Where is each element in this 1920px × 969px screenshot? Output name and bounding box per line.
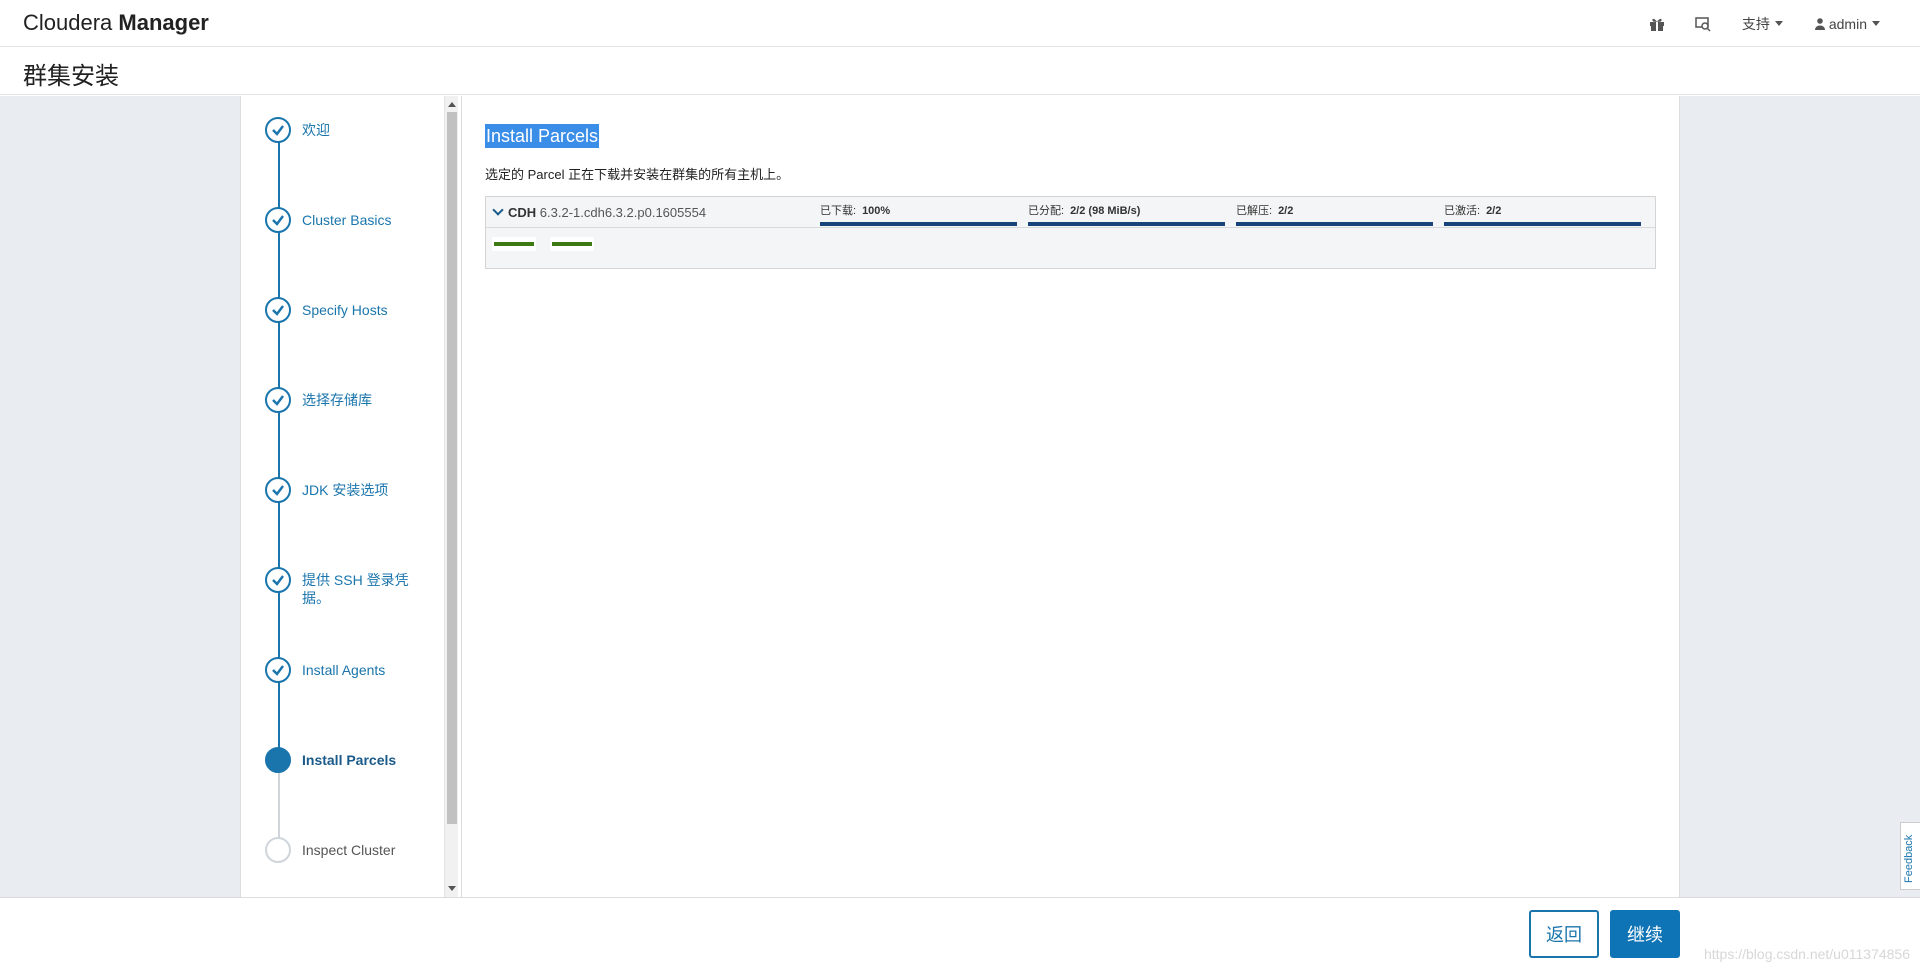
feedback-label: Feedback bbox=[1903, 834, 1915, 883]
feedback-tab[interactable]: Feedback bbox=[1900, 822, 1920, 890]
step-cluster-basics[interactable]: Cluster Basics bbox=[265, 207, 435, 267]
chevron-down-icon bbox=[1872, 21, 1880, 26]
parcel-product: CDH bbox=[508, 205, 537, 220]
progress-fill bbox=[1444, 222, 1641, 226]
check-icon bbox=[265, 567, 291, 593]
active-step-icon bbox=[265, 747, 291, 773]
support-label: 支持 bbox=[1741, 15, 1770, 32]
page-title: 群集安装 bbox=[23, 63, 119, 90]
stage-value: 2/2 (98 MiB/s) bbox=[1070, 205, 1141, 217]
step-ssh-credentials[interactable]: 提供 SSH 登录凭据。 bbox=[265, 567, 435, 627]
step-welcome[interactable]: 欢迎 bbox=[265, 117, 435, 177]
progress-fill bbox=[820, 222, 1017, 226]
stage-value: 2/2 bbox=[1278, 205, 1294, 217]
host-status-bars bbox=[492, 237, 594, 251]
step-specify-hosts[interactable]: Specify Hosts bbox=[265, 297, 435, 357]
stage-activated: 已激活: 2/2 bbox=[1444, 202, 1641, 228]
support-menu[interactable]: 支持 bbox=[1726, 0, 1799, 47]
navbar-right: 支持 admin bbox=[1634, 0, 1920, 47]
step-select-repository[interactable]: 选择存储库 bbox=[265, 387, 435, 447]
parcel-panel: CDH 6.3.2-1.cdh6.3.2.p0.1605554 已下载: 100%… bbox=[485, 196, 1656, 269]
scroll-down-arrow-icon[interactable] bbox=[448, 886, 456, 891]
host-status-bar[interactable] bbox=[492, 237, 536, 251]
back-button[interactable]: 返回 bbox=[1529, 910, 1599, 958]
step-label: 提供 SSH 登录凭据。 bbox=[302, 572, 409, 606]
stage-progress-bar bbox=[1028, 222, 1225, 226]
step-inspect-cluster[interactable]: Inspect Cluster bbox=[265, 837, 435, 897]
check-icon bbox=[265, 477, 291, 503]
brand-logo[interactable]: Cloudera Manager bbox=[23, 10, 209, 36]
stage-label: 已下载: bbox=[820, 205, 857, 217]
chevron-down-icon[interactable] bbox=[492, 204, 504, 216]
stage-progress-bar bbox=[820, 222, 1017, 226]
step-label: Install Parcels bbox=[302, 752, 397, 768]
brand-text-light: Cloudera bbox=[23, 10, 119, 35]
content-title: Install Parcels bbox=[485, 124, 600, 148]
user-icon bbox=[1814, 17, 1825, 30]
chevron-down-icon bbox=[1774, 21, 1783, 26]
scroll-thumb[interactable] bbox=[447, 112, 457, 824]
check-icon bbox=[265, 297, 291, 323]
step-label: Specify Hosts bbox=[302, 302, 388, 318]
stage-value: 100% bbox=[862, 205, 891, 217]
stage-label: 已解压: bbox=[1236, 205, 1273, 217]
step-install-agents[interactable]: Install Agents bbox=[265, 657, 435, 717]
parcel-name[interactable]: CDH 6.3.2-1.cdh6.3.2.p0.1605554 bbox=[492, 204, 707, 220]
scroll-up-arrow-icon[interactable] bbox=[448, 102, 456, 107]
wizard-footer: 返回 继续 https://blog.csdn.net/u011374856 bbox=[0, 897, 1920, 969]
wizard-content: Install Parcels 选定的 Parcel 正在下载并安装在群集的所有… bbox=[485, 96, 1665, 897]
top-navbar: Cloudera Manager 支持 admin bbox=[0, 0, 1920, 47]
pending-step-icon bbox=[265, 837, 291, 863]
stage-label: 已分配: bbox=[1028, 205, 1065, 217]
watermark: https://blog.csdn.net/u011374856 bbox=[1703, 946, 1910, 962]
step-label: Install Agents bbox=[302, 662, 386, 678]
check-icon bbox=[265, 657, 291, 683]
step-label: 欢迎 bbox=[302, 122, 330, 138]
step-label: Cluster Basics bbox=[302, 212, 392, 228]
check-icon bbox=[265, 117, 291, 143]
user-menu[interactable]: admin bbox=[1799, 0, 1920, 47]
progress-fill bbox=[1028, 222, 1225, 226]
step-label: 选择存储库 bbox=[302, 392, 372, 408]
brand-text-bold: Manager bbox=[118, 10, 209, 35]
check-icon bbox=[265, 387, 291, 413]
stage-progress-bar bbox=[1444, 222, 1641, 226]
parcel-version: 6.3.2-1.cdh6.3.2.p0.1605554 bbox=[539, 205, 707, 220]
wizard-panel: 欢迎 Cluster Basics Specify Hosts 选择存储库 JD… bbox=[240, 96, 1680, 897]
page-header: 群集安装 bbox=[0, 48, 1920, 95]
user-label: admin bbox=[1828, 15, 1867, 32]
step-install-parcels[interactable]: Install Parcels bbox=[265, 747, 435, 807]
check-icon bbox=[265, 207, 291, 233]
stage-downloaded: 已下载: 100% bbox=[820, 202, 1017, 228]
parcel-header: CDH 6.3.2-1.cdh6.3.2.p0.1605554 已下载: 100%… bbox=[486, 197, 1655, 228]
stage-value: 2/2 bbox=[1486, 205, 1502, 217]
content-description: 选定的 Parcel 正在下载并安装在群集的所有主机上。 bbox=[485, 167, 790, 182]
step-label: JDK 安装选项 bbox=[302, 482, 389, 498]
step-label: Inspect Cluster bbox=[302, 842, 396, 858]
progress-fill bbox=[1236, 222, 1433, 226]
stage-distributed: 已分配: 2/2 (98 MiB/s) bbox=[1028, 202, 1225, 228]
content-divider bbox=[461, 96, 462, 897]
host-status-fill bbox=[552, 242, 592, 246]
stage-unpacked: 已解压: 2/2 bbox=[1236, 202, 1433, 228]
wizard-steps: 欢迎 Cluster Basics Specify Hosts 选择存储库 JD… bbox=[241, 96, 443, 897]
continue-button[interactable]: 继续 bbox=[1610, 910, 1680, 958]
gift-icon[interactable] bbox=[1634, 0, 1680, 47]
stage-label: 已激活: bbox=[1444, 205, 1481, 217]
search-commands-icon[interactable] bbox=[1680, 0, 1726, 47]
step-jdk-options[interactable]: JDK 安装选项 bbox=[265, 477, 435, 537]
host-status-bar[interactable] bbox=[550, 237, 594, 251]
host-status-fill bbox=[494, 242, 534, 246]
steps-scrollbar[interactable] bbox=[444, 96, 458, 897]
stage-progress-bar bbox=[1236, 222, 1433, 226]
